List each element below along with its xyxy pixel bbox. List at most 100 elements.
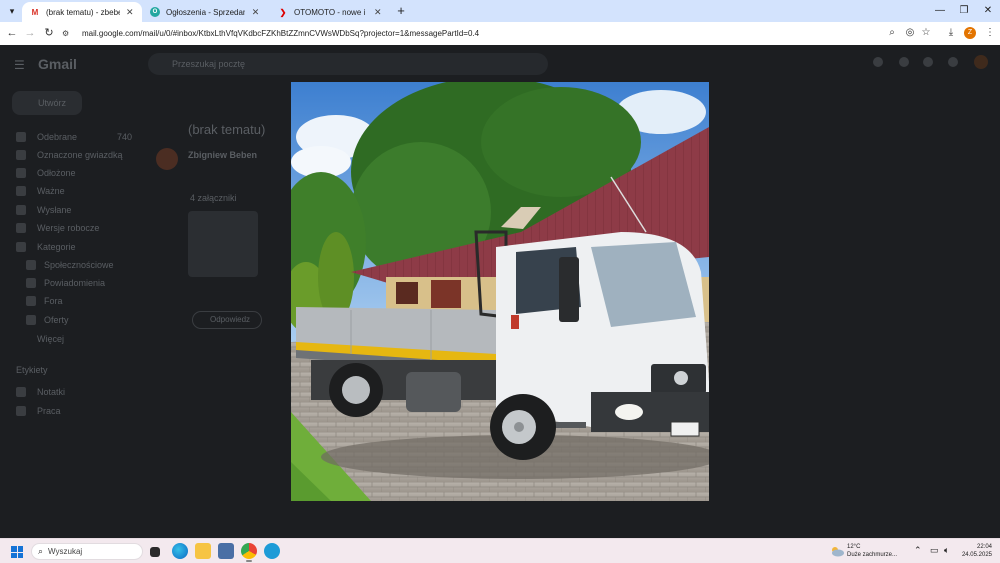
account-avatar[interactable] xyxy=(974,55,988,69)
app-icon[interactable] xyxy=(264,543,280,559)
nav-starred[interactable]: Oznaczone gwiazdką xyxy=(37,150,123,160)
minimize-button[interactable]: — xyxy=(928,3,952,19)
volume-icon[interactable]: 🔈︎ xyxy=(944,545,949,556)
labels-header: Etykiety xyxy=(16,365,48,375)
chevron-up-icon[interactable]: ⌃ xyxy=(914,545,922,556)
tab-olx[interactable]: O Ogłoszenia - Sprzedam, kupię o ✕ xyxy=(142,2,268,22)
compose-label: Utwórz xyxy=(38,98,67,108)
house-window xyxy=(396,282,418,304)
file-explorer-icon[interactable] xyxy=(195,543,211,559)
zoom-icon[interactable]: ⌕ xyxy=(884,25,900,41)
url-text: mail.google.com/mail/u/0/#inbox/KtbxLthV… xyxy=(82,29,480,38)
nav-forums[interactable]: Fora xyxy=(44,296,63,306)
gmail-logo: Gmail xyxy=(38,56,77,72)
nav-drafts[interactable]: Wersje robocze xyxy=(37,223,99,233)
close-tab-icon[interactable]: ✕ xyxy=(126,7,134,18)
categories-icon xyxy=(16,242,26,252)
attachments-header: 4 załączniki xyxy=(190,193,237,203)
nav-updates[interactable]: Powiadomienia xyxy=(44,278,105,288)
help-icon[interactable] xyxy=(873,57,883,67)
tab-title: OTOMOTO - nowe i używane sa xyxy=(294,7,368,17)
cloudy-weather-icon xyxy=(832,547,844,557)
reply-label: Odpowiedz xyxy=(210,315,251,324)
back-button[interactable]: ← xyxy=(4,25,20,41)
windows-taskbar: ⌕ Wyszukaj 12°C Duże zachmurze... ⌃ ▭ 🔈︎… xyxy=(0,538,1000,563)
bookmark-star-icon[interactable]: ☆ xyxy=(918,25,934,41)
fuel-tank xyxy=(406,372,461,412)
draft-icon xyxy=(16,223,26,233)
email-subject: (brak tematu) xyxy=(188,122,266,137)
download-icon[interactable]: ⤓ xyxy=(943,25,959,41)
reload-button[interactable]: ↻ xyxy=(41,25,57,41)
system-clock[interactable]: 22:04 24.05.2025 xyxy=(960,543,992,559)
gemini-icon[interactable] xyxy=(923,57,933,67)
nav-inbox[interactable]: Odebrane xyxy=(37,132,77,142)
nav-sent[interactable]: Wysłane xyxy=(37,205,71,215)
network-icon[interactable]: ▭ xyxy=(930,545,939,556)
close-window-button[interactable]: ✕ xyxy=(976,3,1000,19)
hide-eye-icon[interactable]: ◎ xyxy=(902,25,918,41)
tab-search-icon[interactable]: ▾ xyxy=(4,3,20,19)
nav-categories[interactable]: Kategorie xyxy=(37,242,76,252)
search-icon: ⌕ xyxy=(38,546,44,556)
profile-avatar[interactable]: Z xyxy=(964,27,976,39)
attachment-image-preview[interactable] xyxy=(291,82,709,501)
taskbar-search[interactable]: ⌕ Wyszukaj xyxy=(31,543,143,560)
edge-icon[interactable] xyxy=(172,543,188,559)
truck-photo xyxy=(291,82,709,501)
label-work[interactable]: Praca xyxy=(37,406,61,416)
otomoto-favicon-icon: ❯ xyxy=(279,7,287,17)
weather-description: Duże zachmurze... xyxy=(847,552,898,558)
site-info-icon[interactable]: ⚙ xyxy=(62,29,74,38)
tab-otomoto[interactable]: ❯ OTOMOTO - nowe i używane sa ✕ xyxy=(270,2,390,22)
updates-icon xyxy=(26,278,36,288)
tab-gmail[interactable]: M (brak tematu) - zbeben@gmail. ✕ xyxy=(22,2,142,22)
new-tab-button[interactable]: + xyxy=(394,3,408,19)
search-placeholder: Przeszukaj pocztę xyxy=(172,59,246,69)
label-icon xyxy=(16,387,26,397)
nav-snoozed[interactable]: Odłożone xyxy=(37,168,76,178)
browser-toolbar: ← → ↻ ⚙ mail.google.com/mail/u/0/#inbox/… xyxy=(0,22,1000,45)
menu-icon[interactable]: ☰ xyxy=(14,58,25,72)
rear-hub xyxy=(342,376,370,404)
snooze-clock-icon xyxy=(16,168,26,178)
tab-title: Ogłoszenia - Sprzedam, kupię o xyxy=(166,7,245,17)
close-tab-icon[interactable]: ✕ xyxy=(374,7,382,18)
settings-gear-icon[interactable] xyxy=(899,57,909,67)
sender-avatar xyxy=(156,148,178,170)
side-mirror xyxy=(559,257,579,322)
cab-badge xyxy=(511,315,519,329)
headlight xyxy=(615,404,643,420)
nav-offers[interactable]: Oferty xyxy=(44,315,69,325)
olx-favicon-icon: O xyxy=(150,7,160,17)
browser-menu-icon[interactable]: ⋮ xyxy=(982,25,998,41)
nav-important[interactable]: Ważne xyxy=(37,186,65,196)
inbox-count: 740 xyxy=(117,132,133,142)
address-bar[interactable]: ⚙ mail.google.com/mail/u/0/#inbox/KtbxLt… xyxy=(62,25,922,42)
clock-time: 22:04 xyxy=(976,544,992,550)
label-notes[interactable]: Notatki xyxy=(37,387,65,397)
clock-date: 24.05.2025 xyxy=(961,552,992,558)
nav-social[interactable]: Społecznościowe xyxy=(44,260,114,270)
tab-title: (brak tematu) - zbeben@gmail. xyxy=(46,7,120,17)
apps-grid-icon[interactable] xyxy=(948,57,958,67)
task-view-icon[interactable] xyxy=(150,547,160,557)
sent-icon xyxy=(16,205,26,215)
forward-button[interactable]: → xyxy=(22,25,38,41)
weather-widget[interactable]: 12°C Duże zachmurze... xyxy=(847,543,897,559)
restore-button[interactable]: ❐ xyxy=(952,3,976,19)
close-tab-icon[interactable]: ✕ xyxy=(251,7,260,18)
star-icon xyxy=(16,150,26,160)
chrome-icon[interactable] xyxy=(241,543,257,562)
windows-start-icon[interactable] xyxy=(11,546,23,558)
gmail-favicon-icon: M xyxy=(31,7,39,17)
app-icon[interactable] xyxy=(218,543,234,559)
forums-icon xyxy=(26,296,36,306)
nav-more[interactable]: Więcej xyxy=(37,334,64,344)
license-plate xyxy=(670,421,700,437)
renault-logo xyxy=(674,371,688,385)
attachment-thumbnail[interactable] xyxy=(188,211,258,277)
taskbar-search-placeholder: Wyszukaj xyxy=(48,547,83,556)
tab-strip: ▾ M (brak tematu) - zbeben@gmail. ✕ O Og… xyxy=(0,0,1000,22)
label-icon xyxy=(16,406,26,416)
